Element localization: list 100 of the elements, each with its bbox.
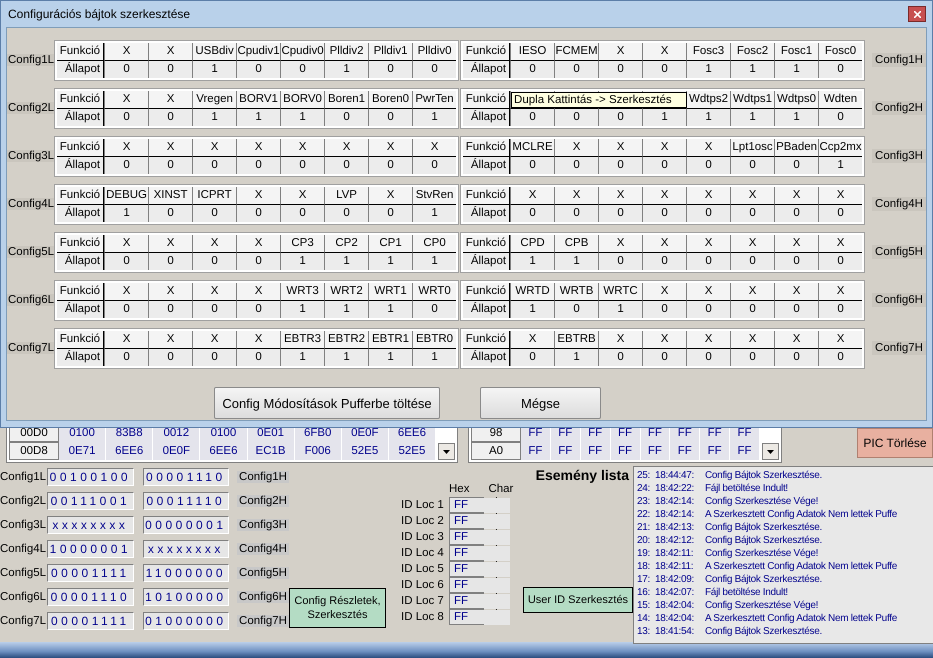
function-cell[interactable]: Plldiv2 bbox=[324, 42, 368, 60]
state-cell[interactable]: 0 bbox=[104, 252, 148, 270]
function-cell[interactable]: X bbox=[554, 186, 598, 204]
state-cell[interactable]: 1 bbox=[686, 108, 730, 126]
function-cell[interactable]: X bbox=[236, 234, 280, 252]
function-cell[interactable]: X bbox=[686, 186, 730, 204]
state-cell[interactable]: 0 bbox=[818, 108, 862, 126]
function-cell[interactable]: Fosc0 bbox=[818, 42, 862, 60]
hex-field[interactable]: FF bbox=[449, 577, 484, 593]
state-cell[interactable]: 1 bbox=[192, 108, 236, 126]
state-cell[interactable]: 0 bbox=[236, 60, 280, 78]
state-cell[interactable]: 1 bbox=[192, 60, 236, 78]
function-cell[interactable]: EBTR2 bbox=[324, 330, 368, 348]
cancel-button[interactable]: Mégse bbox=[480, 387, 601, 419]
function-cell[interactable]: Vregen bbox=[192, 90, 236, 108]
function-cell[interactable]: X bbox=[148, 234, 192, 252]
function-cell[interactable]: X bbox=[774, 330, 818, 348]
function-cell[interactable]: Wdtps1 bbox=[730, 90, 774, 108]
function-cell[interactable]: X bbox=[642, 42, 686, 60]
state-cell[interactable]: 1 bbox=[280, 348, 324, 366]
state-cell[interactable]: 1 bbox=[412, 348, 456, 366]
load-to-buffer-button[interactable]: Config Módosítások Pufferbe töltése bbox=[214, 387, 440, 419]
function-cell[interactable]: X bbox=[598, 138, 642, 156]
function-cell[interactable]: Boren1 bbox=[324, 90, 368, 108]
hex-field[interactable]: FF bbox=[449, 609, 484, 625]
function-cell[interactable]: X bbox=[642, 186, 686, 204]
state-cell[interactable]: 0 bbox=[148, 300, 192, 318]
hex-field[interactable]: FF bbox=[449, 593, 484, 609]
state-cell[interactable]: 0 bbox=[774, 252, 818, 270]
state-cell[interactable]: 0 bbox=[236, 300, 280, 318]
state-cell[interactable]: 1 bbox=[774, 60, 818, 78]
state-cell[interactable]: 0 bbox=[554, 60, 598, 78]
state-cell[interactable]: 0 bbox=[774, 348, 818, 366]
function-cell[interactable]: WRT2 bbox=[324, 282, 368, 300]
state-cell[interactable]: 0 bbox=[730, 156, 774, 174]
state-cell[interactable]: 1 bbox=[324, 252, 368, 270]
state-cell[interactable]: 1 bbox=[554, 348, 598, 366]
state-cell[interactable]: 0 bbox=[280, 156, 324, 174]
state-cell[interactable]: 0 bbox=[818, 348, 862, 366]
state-cell[interactable]: 0 bbox=[324, 156, 368, 174]
state-cell[interactable]: 0 bbox=[686, 252, 730, 270]
state-cell[interactable]: 0 bbox=[686, 156, 730, 174]
state-cell[interactable]: 0 bbox=[730, 300, 774, 318]
function-cell[interactable]: X bbox=[730, 186, 774, 204]
state-cell[interactable]: 1 bbox=[510, 300, 554, 318]
state-cell[interactable]: 0 bbox=[510, 348, 554, 366]
state-cell[interactable]: 1 bbox=[412, 204, 456, 222]
function-cell[interactable]: X bbox=[730, 234, 774, 252]
function-cell[interactable]: X bbox=[148, 330, 192, 348]
function-cell[interactable]: X bbox=[774, 186, 818, 204]
config-value-field[interactable]: 11000000 bbox=[142, 564, 230, 582]
state-cell[interactable]: 0 bbox=[686, 204, 730, 222]
state-cell[interactable]: 0 bbox=[642, 300, 686, 318]
state-cell[interactable]: 0 bbox=[510, 108, 554, 126]
state-cell[interactable]: 0 bbox=[412, 300, 456, 318]
state-cell[interactable]: 0 bbox=[598, 252, 642, 270]
state-cell[interactable]: 0 bbox=[642, 252, 686, 270]
function-cell[interactable]: X bbox=[148, 90, 192, 108]
state-cell[interactable]: 1 bbox=[818, 156, 862, 174]
config-value-field[interactable]: xxxxxxxx bbox=[142, 540, 230, 558]
function-cell[interactable]: X bbox=[280, 138, 324, 156]
state-cell[interactable]: 0 bbox=[730, 348, 774, 366]
function-cell[interactable]: X bbox=[774, 282, 818, 300]
function-cell[interactable]: X bbox=[412, 138, 456, 156]
function-cell[interactable]: X bbox=[368, 186, 412, 204]
function-cell[interactable]: Fosc2 bbox=[730, 42, 774, 60]
config-value-field[interactable]: 00111001 bbox=[47, 492, 134, 510]
function-cell[interactable]: X bbox=[236, 282, 280, 300]
function-cell[interactable]: EBTR3 bbox=[280, 330, 324, 348]
config-value-field[interactable]: 01000000 bbox=[142, 612, 230, 630]
function-cell[interactable]: Plldiv1 bbox=[368, 42, 412, 60]
function-cell[interactable]: X bbox=[148, 42, 192, 60]
function-cell[interactable]: Wdtps0 bbox=[774, 90, 818, 108]
state-cell[interactable]: 0 bbox=[236, 252, 280, 270]
function-cell[interactable]: X bbox=[774, 234, 818, 252]
function-cell[interactable]: Fosc3 bbox=[686, 42, 730, 60]
state-cell[interactable]: 0 bbox=[192, 156, 236, 174]
function-cell[interactable]: X bbox=[818, 282, 862, 300]
function-cell[interactable]: X bbox=[642, 330, 686, 348]
function-cell[interactable]: CP2 bbox=[324, 234, 368, 252]
function-cell[interactable]: Wdtps2 bbox=[686, 90, 730, 108]
function-cell[interactable]: X bbox=[642, 138, 686, 156]
config-value-field[interactable]: 10100000 bbox=[142, 588, 230, 606]
state-cell[interactable]: 0 bbox=[104, 156, 148, 174]
state-cell[interactable]: 0 bbox=[368, 60, 412, 78]
function-cell[interactable]: USBdiv bbox=[192, 42, 236, 60]
close-button[interactable] bbox=[908, 6, 926, 22]
function-cell[interactable]: DEBUG bbox=[104, 186, 148, 204]
function-cell[interactable]: X bbox=[730, 330, 774, 348]
state-cell[interactable]: 0 bbox=[818, 60, 862, 78]
function-cell[interactable]: X bbox=[148, 138, 192, 156]
state-cell[interactable]: 0 bbox=[730, 204, 774, 222]
function-cell[interactable]: X bbox=[686, 330, 730, 348]
function-cell[interactable]: Cpudiv0 bbox=[280, 42, 324, 60]
function-cell[interactable]: XINST bbox=[148, 186, 192, 204]
state-cell[interactable]: 0 bbox=[818, 252, 862, 270]
state-cell[interactable]: 0 bbox=[598, 204, 642, 222]
function-cell[interactable]: EBTR0 bbox=[412, 330, 456, 348]
state-cell[interactable]: 0 bbox=[598, 60, 642, 78]
hex-field[interactable]: FF bbox=[449, 529, 484, 545]
